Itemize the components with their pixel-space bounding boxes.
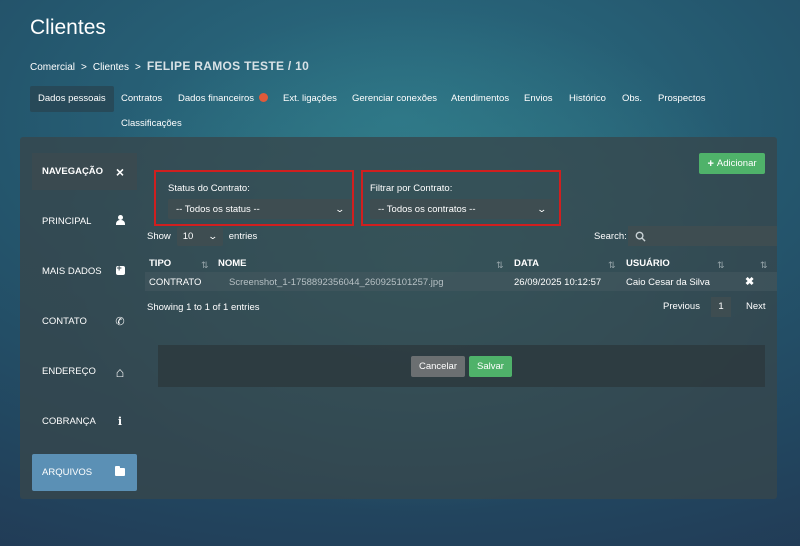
sidebar-item-mais-dados[interactable]: MAIS DADOS [32, 253, 137, 290]
next-button[interactable]: Next [746, 297, 766, 317]
tab-envios[interactable]: Envios [524, 86, 553, 112]
tab-obs[interactable]: Obs. [622, 86, 642, 112]
tab-classificacoes[interactable]: Classificações [121, 111, 182, 137]
tab-label: Obs. [622, 93, 643, 104]
plus-icon: + [707, 157, 714, 170]
search-input[interactable] [628, 226, 777, 246]
sidebar-item-label: PRINCIPAL [42, 216, 92, 227]
breadcrumb-separator: > [81, 62, 87, 73]
tab-gerenciar-conexoes[interactable]: Gerenciar conexões [352, 86, 437, 112]
add-button[interactable]: + Adicionar [699, 153, 765, 174]
tab-label: Ext. ligações [283, 93, 337, 104]
contract-filter-select[interactable]: -- Todos os contratos -- ⌄ [370, 199, 554, 219]
phone-icon: ✆ [115, 316, 125, 328]
cell-usuario: Caio Cesar da Silva [626, 277, 710, 288]
tab-label: Contratos [121, 93, 163, 104]
sidebar-item-endereco[interactable]: ENDEREÇO ⌂ [32, 353, 137, 390]
breadcrumb-comercial[interactable]: Comercial [30, 62, 75, 73]
tab-label: Envios [524, 93, 553, 104]
sidebar-item-principal[interactable]: PRINCIPAL [32, 203, 137, 240]
cell-data: 26/09/2025 10:12:57 [514, 277, 602, 288]
tab-dados-pessoais[interactable]: Dados pessoais [30, 86, 114, 112]
breadcrumb-separator: > [135, 62, 141, 73]
entries-label: entries [228, 231, 258, 242]
breadcrumb-current: FELIPE RAMOS TESTE / 10 [146, 59, 310, 73]
sort-icon[interactable]: ⇅ [717, 260, 724, 271]
tab-prospectos[interactable]: Prospectos [658, 86, 706, 112]
sidebar-item-arquivos[interactable]: ARQUIVOS [32, 454, 137, 491]
tab-atendimentos[interactable]: Atendimentos [451, 86, 509, 112]
tab-dados-financeiros[interactable]: Dados financeiros [178, 86, 269, 112]
sidebar-item-label: ENDEREÇO [42, 366, 96, 377]
notification-badge [259, 93, 269, 102]
sidebar-item-label: CONTATO [42, 316, 87, 327]
cell-nome[interactable]: Screenshot_1-1758892356044_260925101257.… [229, 277, 443, 288]
tab-contratos[interactable]: Contratos [121, 86, 162, 112]
home-icon: ⌂ [115, 363, 125, 380]
page-title: Clientes [30, 16, 106, 39]
sidebar-item-cobranca[interactable]: COBRANÇA i [32, 403, 137, 440]
tab-historico[interactable]: Histórico [569, 86, 606, 112]
tab-label: Classificações [121, 118, 182, 129]
tab-label: Dados pessoais [38, 93, 106, 104]
sidebar-item-contato[interactable]: CONTATO ✆ [32, 303, 137, 340]
page-number-button[interactable]: 1 [711, 297, 731, 317]
status-filter-value: -- Todos os status -- [176, 203, 260, 215]
tab-label: Atendimentos [451, 93, 510, 104]
sort-icon[interactable]: ⇅ [760, 260, 767, 271]
contract-filter-value: -- Todos os contratos -- [378, 203, 476, 215]
user-icon [113, 215, 127, 228]
page-length-control: Show 10 ⌄ entries [147, 227, 257, 246]
delete-icon[interactable]: ✖ [745, 275, 754, 288]
previous-button[interactable]: Previous [663, 297, 700, 317]
chevron-down-icon: ⌄ [207, 231, 219, 241]
tab-label: Histórico [569, 93, 606, 104]
column-header-usuario[interactable]: USUÁRIO [626, 258, 670, 269]
sort-icon[interactable]: ⇅ [608, 260, 615, 271]
tab-ext-ligacoes[interactable]: Ext. ligações [283, 86, 337, 112]
folder-icon [113, 465, 127, 479]
sidebar-item-label: MAIS DADOS [42, 266, 102, 277]
column-header-tipo[interactable]: TIPO [149, 258, 171, 269]
plus-square-icon [113, 263, 127, 278]
show-label: Show [147, 231, 171, 242]
cell-tipo: CONTRATO [149, 277, 202, 288]
column-header-data[interactable]: DATA [514, 258, 539, 269]
status-filter-label: Status do Contrato: [168, 183, 250, 194]
breadcrumb: Comercial > Clientes > FELIPE RAMOS TEST… [30, 59, 309, 73]
column-header-nome[interactable]: NOME [218, 258, 247, 269]
search-label: Search: [594, 231, 627, 242]
table-info: Showing 1 to 1 of 1 entries [147, 302, 260, 313]
sidebar-item-label: ARQUIVOS [42, 467, 93, 478]
page-length-select[interactable]: 10 ⌄ [176, 227, 223, 246]
add-button-label: Adicionar [716, 158, 757, 169]
chevron-down-icon: ⌄ [334, 203, 346, 214]
cancel-button[interactable]: Cancelar [411, 356, 465, 377]
close-icon[interactable]: × [113, 164, 127, 180]
sort-icon[interactable]: ⇅ [201, 260, 208, 271]
page-length-value: 10 [182, 231, 194, 242]
search-icon [635, 231, 646, 242]
sidebar-item-label: COBRANÇA [42, 416, 96, 427]
tab-label: Prospectos [658, 93, 706, 104]
save-button[interactable]: Salvar [469, 356, 512, 377]
tab-label: Gerenciar conexões [352, 93, 438, 104]
tab-label: Dados financeiros [178, 93, 255, 104]
info-icon: i [117, 415, 123, 428]
status-filter-select[interactable]: -- Todos os status -- ⌄ [168, 199, 352, 219]
sort-icon[interactable]: ⇅ [496, 260, 503, 271]
sidebar-header-label: NAVEGAÇÃO [42, 166, 104, 177]
breadcrumb-clientes[interactable]: Clientes [93, 62, 129, 73]
contract-filter-label: Filtrar por Contrato: [370, 183, 453, 194]
sidebar-header: NAVEGAÇÃO × [32, 153, 137, 190]
chevron-down-icon: ⌄ [536, 203, 548, 214]
